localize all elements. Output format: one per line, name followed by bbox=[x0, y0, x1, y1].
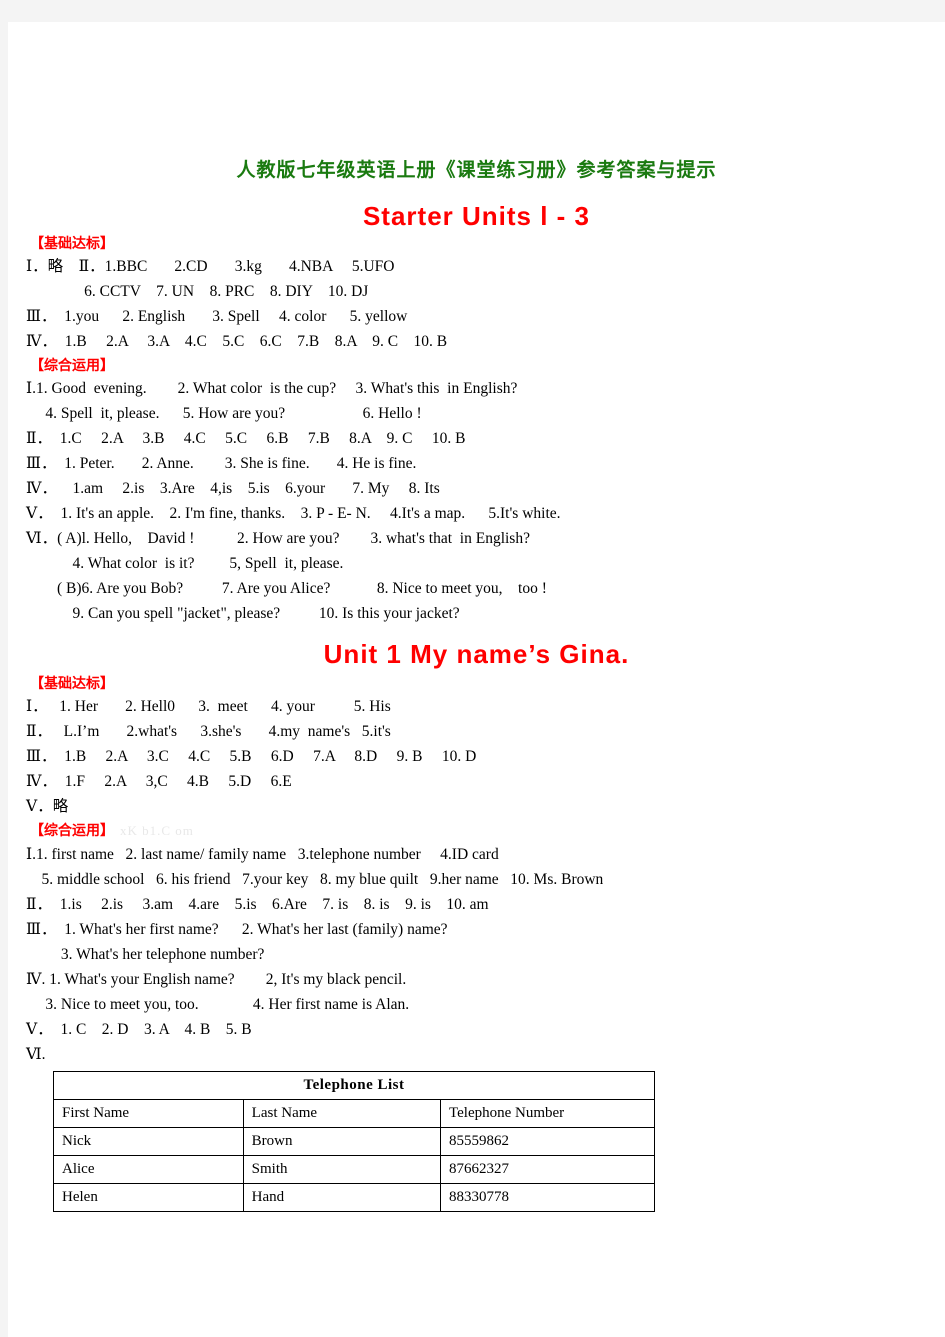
answer-line: Ⅰ.1. Good evening. 2. What color is the … bbox=[26, 380, 518, 397]
telephone-table: Telephone List First Name Last Name Tele… bbox=[53, 1071, 655, 1212]
cell-last-name: Hand bbox=[242, 1183, 442, 1212]
answer-line: 4. What color is it? 5, Spell it, please… bbox=[26, 555, 344, 572]
answer-line: Ⅴ． 1. C 2. D 3. A 4. B 5. B bbox=[26, 1021, 252, 1038]
cell-telephone-number: 85559862 bbox=[440, 1127, 655, 1156]
answer-line: Ⅵ．( A)l. Hello, David ! 2. How are you? … bbox=[26, 530, 530, 547]
table-header-row: First Name Last Name Telephone Number bbox=[53, 1099, 655, 1128]
cell-telephone-number: 88330778 bbox=[440, 1183, 655, 1212]
answer-line: Ⅰ.1. first name 2. last name/ family nam… bbox=[26, 846, 499, 863]
column-header-first-name: First Name bbox=[53, 1099, 244, 1128]
page-title: 人教版七年级英语上册《课堂练习册》参考答案与提示 bbox=[236, 160, 717, 181]
section-label-basic-starter: 【基础达标】 bbox=[30, 235, 114, 251]
section-label-basic-unit1: 【基础达标】 bbox=[30, 675, 114, 691]
answer-line: Ⅱ． 1.C 2.A 3.B 4.C 5.C 6.B 7.B 8.A 9. C … bbox=[26, 430, 466, 447]
document-body: 人教版七年级英语上册《课堂练习册》参考答案与提示 Starter Units l… bbox=[8, 22, 945, 1212]
cell-first-name: Nick bbox=[53, 1127, 244, 1156]
cell-first-name: Alice bbox=[53, 1155, 244, 1184]
answer-line: Ⅴ．略 bbox=[26, 798, 69, 815]
answer-line: Ⅵ. bbox=[26, 1046, 46, 1063]
answer-line: 6. CCTV 7. UN 8. PRC 8. DIY 10. DJ bbox=[26, 283, 369, 300]
column-header-last-name: Last Name bbox=[242, 1099, 442, 1128]
answer-line: Ⅲ． 1. What's her first name? 2. What's h… bbox=[26, 921, 448, 938]
unit-heading-starter: Starter Units l - 3 bbox=[362, 201, 591, 231]
cell-telephone-number: 87662327 bbox=[440, 1155, 655, 1184]
answer-block-starter-basic: Ⅰ．略 Ⅱ．1.BBC 2.CD 3.kg 4.NBA 5.UFO 6. CCT… bbox=[8, 254, 945, 354]
section-label-comprehensive-starter: 【综合运用】 bbox=[30, 357, 114, 373]
answer-line: 3. Nice to meet you, too. 4. Her first n… bbox=[26, 996, 410, 1013]
answer-line: Ⅳ. 1. What's your English name? 2, It's … bbox=[26, 971, 407, 988]
answer-line: 3. What's her telephone number? bbox=[26, 946, 265, 963]
answer-line: 5. middle school 6. his friend 7.your ke… bbox=[26, 871, 604, 888]
page-root: 人教版七年级英语上册《课堂练习册》参考答案与提示 Starter Units l… bbox=[0, 0, 945, 1337]
table-row: Alice Smith 87662327 bbox=[53, 1155, 655, 1184]
answer-line: Ⅳ． 1.F 2.A 3,C 4.B 5.D 6.E bbox=[26, 773, 292, 790]
answer-line: Ⅰ．略 Ⅱ．1.BBC 2.CD 3.kg 4.NBA 5.UFO bbox=[26, 258, 395, 275]
table-row: Nick Brown 85559862 bbox=[53, 1127, 655, 1156]
answer-line: Ⅰ． 1. Her 2. Hell0 3. meet 4. your 5. Hi… bbox=[26, 698, 391, 715]
section-label-comprehensive-unit1: 【综合运用】 xK b1.C om bbox=[8, 819, 945, 842]
table-caption: Telephone List bbox=[53, 1071, 655, 1100]
answer-line: Ⅲ． 1. Peter. 2. Anne. 3. She is fine. 4.… bbox=[26, 455, 417, 472]
answer-block-unit1-basic: Ⅰ． 1. Her 2. Hell0 3. meet 4. your 5. Hi… bbox=[8, 694, 945, 819]
table-caption-row: Telephone List bbox=[53, 1071, 655, 1100]
answer-line: Ⅴ． 1. It's an apple. 2. I'm fine, thanks… bbox=[26, 505, 561, 522]
column-header-telephone-number: Telephone Number bbox=[440, 1099, 655, 1128]
answer-line: Ⅳ． 1.B 2.A 3.A 4.C 5.C 6.C 7.B 8.A 9. C … bbox=[26, 333, 448, 350]
answer-line: Ⅱ． L.I’m 2.what's 3.she's 4.my name's 5.… bbox=[26, 723, 391, 740]
answer-line: Ⅱ． 1.is 2.is 3.am 4.are 5.is 6.Are 7. is… bbox=[26, 896, 489, 913]
answer-block-unit1-comprehensive: Ⅰ.1. first name 2. last name/ family nam… bbox=[8, 842, 945, 1067]
unit-heading-unit1: Unit 1 My name’s Gina. bbox=[323, 639, 630, 669]
answer-line: 9. Can you spell "jacket", please? 10. I… bbox=[26, 605, 460, 622]
table-row: Helen Hand 88330778 bbox=[53, 1183, 655, 1212]
answer-line: Ⅲ． 1.B 2.A 3.C 4.C 5.B 6.D 7.A 8.D 9. B … bbox=[26, 748, 477, 765]
telephone-table-wrapper: Telephone List First Name Last Name Tele… bbox=[8, 1067, 945, 1212]
answer-line: 4. Spell it, please. 5. How are you? 6. … bbox=[26, 405, 422, 422]
answer-line: Ⅳ． 1.am 2.is 3.Are 4,is 5.is 6.your 7. M… bbox=[26, 480, 440, 497]
answer-line: ( B)6. Are you Bob? 7. Are you Alice? 8.… bbox=[26, 580, 547, 597]
cell-last-name: Smith bbox=[242, 1155, 442, 1184]
answer-block-starter-comprehensive: Ⅰ.1. Good evening. 2. What color is the … bbox=[8, 376, 945, 626]
cell-first-name: Helen bbox=[53, 1183, 244, 1212]
watermark-text: xK b1.C om bbox=[120, 823, 194, 838]
document-sheet: 人教版七年级英语上册《课堂练习册》参考答案与提示 Starter Units l… bbox=[8, 22, 945, 1337]
cell-last-name: Brown bbox=[242, 1127, 442, 1156]
section-label-text: 【综合运用】 bbox=[30, 822, 114, 838]
answer-line: Ⅲ． 1.you 2. English 3. Spell 4. color 5.… bbox=[26, 308, 408, 325]
